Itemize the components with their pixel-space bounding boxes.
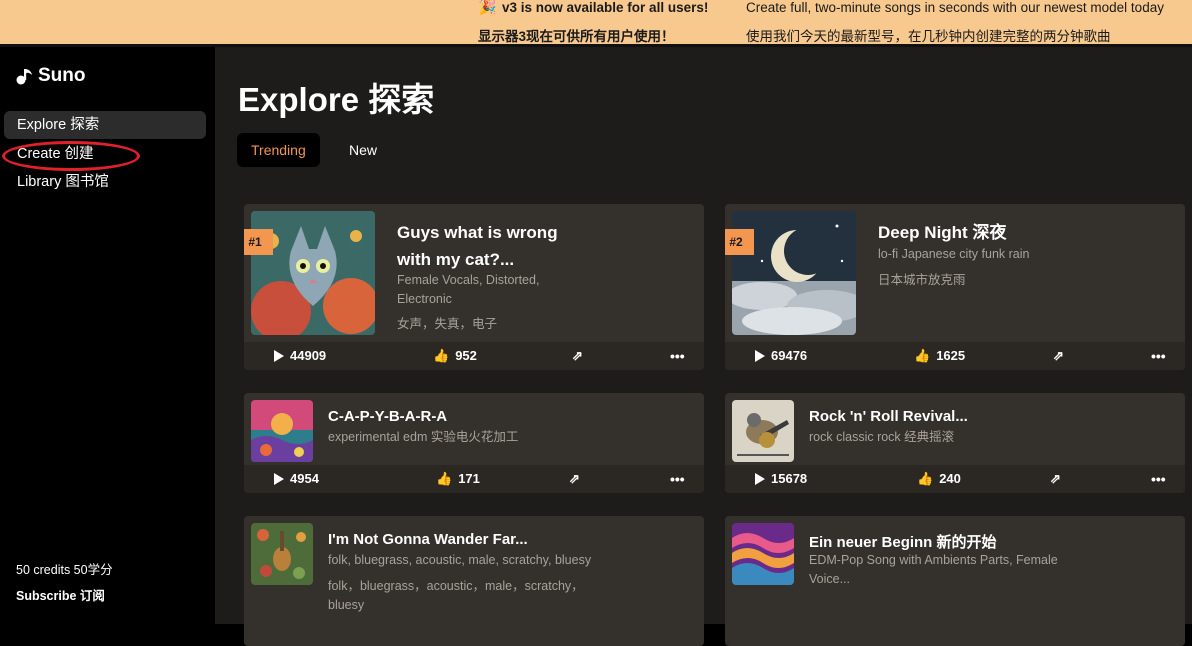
more-options-icon[interactable]: ••• bbox=[1151, 465, 1166, 493]
song-tags-zh: 日本城市放克雨 bbox=[878, 273, 966, 287]
share-icon[interactable]: ⇗ bbox=[1053, 342, 1064, 370]
song-title[interactable]: Deep Night 深夜 bbox=[878, 219, 1006, 246]
banner-announce-en: v3 is now available for all users! bbox=[502, 0, 709, 15]
sidebar: Suno Explore 探索 Create 创建 Library 图书馆 50… bbox=[0, 47, 215, 624]
song-title[interactable]: C-A-P-Y-B-A-R-A bbox=[328, 408, 447, 425]
subscribe-link[interactable]: Subscribe 订阅 bbox=[16, 585, 105, 604]
song-title[interactable]: Guys what is wrong with my cat?... bbox=[397, 219, 558, 273]
suno-logo-icon bbox=[16, 69, 32, 85]
like-count-value: 952 bbox=[455, 348, 477, 363]
brand-name: Suno bbox=[38, 65, 86, 86]
song-tags: lo-fi Japanese city funk rain bbox=[878, 247, 1030, 261]
song-tags-line: Female Vocals, Distorted, bbox=[397, 273, 540, 287]
song-tags-line: EDM-Pop Song with Ambients Parts, Female bbox=[809, 553, 1058, 567]
play-icon bbox=[274, 473, 284, 485]
more-options-icon[interactable]: ••• bbox=[670, 465, 685, 493]
play-count[interactable]: 4954 bbox=[274, 465, 319, 493]
song-card[interactable]: #2 Deep Night 深夜 lo-fi Japanese city fun… bbox=[725, 204, 1185, 370]
song-title[interactable]: Rock 'n' Roll Revival... bbox=[809, 408, 968, 425]
song-card[interactable]: Ein neuer Beginn 新的开始 EDM-Pop Song with … bbox=[725, 516, 1185, 646]
share-icon[interactable]: ⇗ bbox=[1050, 465, 1061, 493]
share-icon[interactable]: ⇗ bbox=[572, 342, 583, 370]
suno-logo[interactable]: Suno bbox=[16, 65, 86, 87]
song-tags: EDM-Pop Song with Ambients Parts, Female… bbox=[809, 551, 1058, 589]
like-count[interactable]: 👍 1625 bbox=[914, 342, 965, 370]
song-tags: Female Vocals, Distorted, Electronic bbox=[397, 271, 539, 309]
credits-label: 50 credits 50学分 bbox=[16, 563, 113, 577]
like-count[interactable]: 👍 171 bbox=[436, 465, 480, 493]
song-tags-line: Electronic bbox=[397, 292, 452, 306]
play-count[interactable]: 69476 bbox=[755, 342, 807, 370]
song-tags-line: Voice... bbox=[809, 572, 850, 586]
tab-new[interactable]: New bbox=[335, 133, 391, 167]
song-cover-image[interactable] bbox=[251, 523, 313, 585]
song-stats-bar: 44909 👍 952 ⇗ ••• bbox=[244, 342, 704, 370]
song-tags: rock classic rock 经典摇滚 bbox=[809, 430, 955, 444]
song-title-line: Guys what is wrong bbox=[397, 223, 558, 242]
thumbs-up-icon: 👍 bbox=[914, 348, 931, 363]
thumbs-up-icon: 👍 bbox=[917, 471, 934, 486]
play-count[interactable]: 44909 bbox=[274, 342, 326, 370]
announcement-banner: 🎉 v3 is now available for all users! 显示器… bbox=[0, 0, 1192, 44]
nav-explore[interactable]: Explore 探索 bbox=[4, 111, 206, 139]
song-stats-bar: 15678 👍 240 ⇗ ••• bbox=[725, 465, 1185, 493]
more-options-icon[interactable]: ••• bbox=[670, 342, 685, 370]
song-stats-bar: 4954 👍 171 ⇗ ••• bbox=[244, 465, 704, 493]
song-card[interactable]: Rock 'n' Roll Revival... rock classic ro… bbox=[725, 393, 1185, 493]
song-tags-line: folk，bluegrass，acoustic，male，scratchy， bbox=[328, 579, 584, 593]
song-tags-line: bluesy bbox=[328, 598, 365, 612]
nav-library[interactable]: Library 图书馆 bbox=[4, 168, 206, 196]
song-title[interactable]: I'm Not Gonna Wander Far... bbox=[328, 531, 528, 548]
banner-desc-zh: 使用我们今天的最新型号，在几秒钟内创建完整的两分钟歌曲 bbox=[746, 29, 1111, 44]
play-count-value: 44909 bbox=[290, 348, 327, 363]
play-count-value: 15678 bbox=[771, 471, 808, 486]
song-card[interactable]: C-A-P-Y-B-A-R-A experimental edm 实验电火花加工… bbox=[244, 393, 704, 493]
song-cover-image[interactable] bbox=[251, 400, 313, 462]
song-tags: folk, bluegrass, acoustic, male, scratch… bbox=[328, 553, 592, 567]
play-count-value: 69476 bbox=[771, 348, 808, 363]
page-title: Explore 探索 bbox=[238, 81, 435, 118]
song-title[interactable]: Ein neuer Beginn 新的开始 bbox=[809, 531, 997, 552]
like-count[interactable]: 👍 240 bbox=[917, 465, 961, 493]
song-tags-zh: folk，bluegrass，acoustic，male，scratchy， b… bbox=[328, 577, 584, 615]
play-icon bbox=[755, 350, 765, 362]
play-icon bbox=[755, 473, 765, 485]
song-card[interactable]: #1 Guys what is wrong with my cat?... Fe… bbox=[244, 204, 704, 370]
like-count-value: 171 bbox=[458, 471, 480, 486]
play-count[interactable]: 15678 bbox=[755, 465, 807, 493]
more-options-icon[interactable]: ••• bbox=[1151, 342, 1166, 370]
song-stats-bar: 69476 👍 1625 ⇗ ••• bbox=[725, 342, 1185, 370]
like-count-value: 240 bbox=[939, 471, 961, 486]
play-count-value: 4954 bbox=[290, 471, 319, 486]
annotation-circle bbox=[2, 141, 140, 171]
main-content: Explore 探索 Trending New #1 Guys what is … bbox=[215, 47, 1192, 646]
song-cover-image[interactable] bbox=[732, 523, 794, 585]
thumbs-up-icon: 👍 bbox=[433, 348, 450, 363]
rank-badge: #1 bbox=[244, 229, 273, 255]
song-cover-image[interactable] bbox=[732, 400, 794, 462]
song-card[interactable]: I'm Not Gonna Wander Far... folk, bluegr… bbox=[244, 516, 704, 646]
play-icon bbox=[274, 350, 284, 362]
like-count[interactable]: 👍 952 bbox=[433, 342, 477, 370]
song-tags: experimental edm 实验电火花加工 bbox=[328, 430, 519, 444]
share-icon[interactable]: ⇗ bbox=[569, 465, 580, 493]
banner-announce-zh: 显示器3现在可供所有用户使用！ bbox=[478, 29, 675, 44]
song-tags-zh: 女声，失真，电子 bbox=[397, 317, 498, 331]
tab-trending[interactable]: Trending bbox=[237, 133, 320, 167]
like-count-value: 1625 bbox=[936, 348, 966, 363]
rank-badge: #2 bbox=[725, 229, 754, 255]
thumbs-up-icon: 👍 bbox=[436, 471, 453, 486]
party-horn-icon: 🎉 bbox=[478, 0, 497, 16]
banner-desc-en: Create full, two-minute songs in seconds… bbox=[746, 0, 1164, 15]
song-title-line: with my cat?... bbox=[397, 250, 515, 269]
